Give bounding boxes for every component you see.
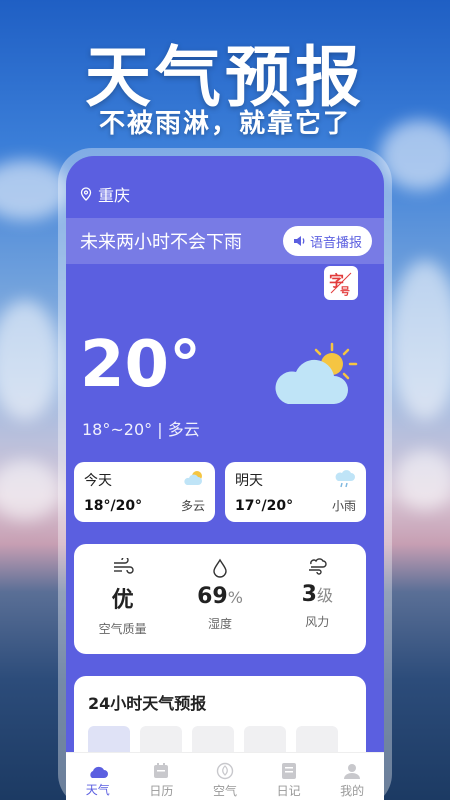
tab-label: 日历	[149, 784, 174, 798]
current-temperature: 20°	[80, 328, 202, 402]
day-condition: 多云	[180, 499, 205, 513]
tab-calendar[interactable]: 日历	[149, 762, 173, 799]
notebook-icon	[281, 763, 296, 779]
tab-label: 空气	[212, 784, 237, 798]
hourly-forecast-title: 24小时天气预报	[88, 694, 207, 713]
tab-weather[interactable]: 天气	[86, 763, 110, 798]
cloud-decoration	[0, 300, 60, 420]
leaf-icon	[216, 762, 234, 780]
calendar-icon	[154, 763, 169, 778]
app-screen: 重庆 未来两小时不会下雨 语音播报 字 号 20° 18°~20° | 多云 今…	[66, 156, 384, 800]
air-quality-value: 优	[111, 588, 134, 613]
tab-profile[interactable]: 我的	[340, 762, 364, 799]
humidity-label: 湿度	[207, 617, 232, 631]
day-range: 18°/20°	[84, 498, 143, 514]
speaker-icon	[293, 236, 305, 246]
cloud-decoration	[395, 450, 450, 510]
day-condition: 小雨	[331, 499, 356, 513]
phone-frame: 重庆 未来两小时不会下雨 语音播报 字 号 20° 18°~20° | 多云 今…	[58, 148, 392, 800]
today-card[interactable]: 今天 18°/20° 多云	[74, 462, 215, 522]
tab-label: 天气	[85, 783, 110, 797]
rain-alert-text: 未来两小时不会下雨	[80, 232, 242, 253]
cloud-icon	[90, 766, 108, 778]
wind-unit: 级	[316, 586, 333, 605]
wind-value: 3	[301, 582, 317, 607]
air-wind-icon	[113, 558, 134, 574]
light-rain-icon	[335, 470, 355, 488]
location[interactable]: 重庆	[80, 182, 130, 206]
today-range-condition: 18°~20° | 多云	[82, 420, 200, 439]
wind-label: 风力	[305, 615, 330, 629]
tab-diary[interactable]: 日记	[277, 762, 301, 799]
voice-broadcast-button[interactable]: 语音播报	[282, 226, 372, 256]
tab-label: 我的	[340, 784, 365, 798]
cloud-decoration	[0, 460, 60, 520]
humidity-unit: %	[227, 588, 243, 607]
user-icon	[344, 764, 361, 779]
air-info-card: 优 空气质量 69% 湿度 3级 风力	[74, 544, 366, 654]
tab-label: 日记	[276, 784, 301, 798]
tab-air[interactable]: 空气	[213, 762, 237, 799]
cloud-decoration	[390, 260, 450, 420]
day-range: 17°/20°	[235, 498, 294, 514]
wind-icon	[309, 558, 327, 575]
promo-subline: 不被雨淋，就靠它了	[98, 109, 351, 139]
tomorrow-card[interactable]: 明天 17°/20° 小雨	[225, 462, 366, 522]
partly-cloudy-icon	[184, 471, 202, 485]
font-size-icon: 字 号	[329, 272, 352, 297]
voice-broadcast-label: 语音播报	[309, 235, 362, 251]
humidity[interactable]: 69% 湿度	[175, 558, 265, 654]
partly-cloudy-icon	[275, 342, 358, 404]
droplet-icon	[213, 558, 227, 578]
svg-text:号: 号	[340, 286, 350, 297]
bottom-tab-bar: 天气 日历 空气 日记 我的	[66, 752, 384, 800]
location-city: 重庆	[98, 186, 131, 205]
humidity-value: 69	[197, 584, 228, 609]
location-pin-icon	[80, 187, 92, 201]
air-quality-label: 空气质量	[98, 622, 147, 636]
rain-alert-banner: 未来两小时不会下雨 语音播报	[66, 218, 384, 264]
wind-level[interactable]: 3级 风力	[272, 558, 362, 654]
font-size-button[interactable]: 字 号	[324, 266, 358, 300]
air-quality[interactable]: 优 空气质量	[78, 558, 168, 654]
